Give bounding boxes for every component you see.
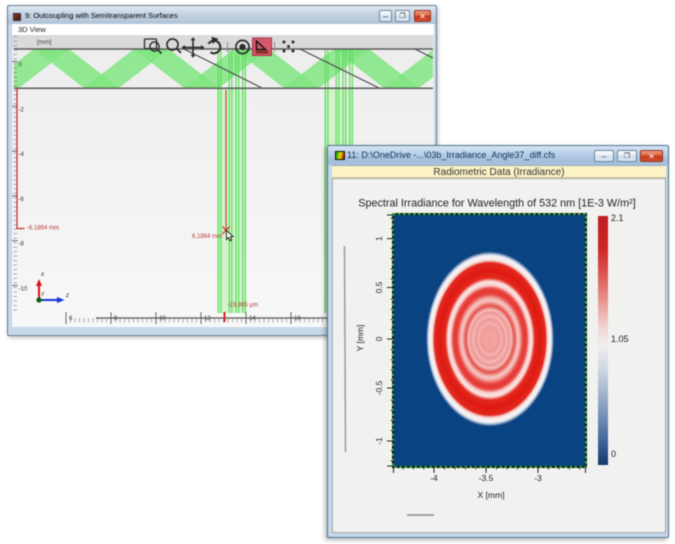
svg-text:-3: -3: [534, 473, 542, 483]
svg-text:0: 0: [611, 449, 616, 459]
svg-text:Spectral Irradiance for Wavele: Spectral Irradiance for Wavelength of 53…: [358, 198, 635, 210]
svg-text:-8: -8: [19, 242, 25, 248]
svg-text:-4: -4: [19, 152, 25, 158]
svg-text:[mm]: [mm]: [37, 39, 52, 46]
svg-text:-6: -6: [19, 197, 25, 203]
svg-text:-0.5: -0.5: [374, 380, 384, 395]
svg-text:-10: -10: [19, 287, 28, 293]
svg-text:6: 6: [69, 316, 73, 322]
svg-text:z: z: [65, 293, 69, 299]
svg-text:8: 8: [114, 316, 118, 322]
svg-text:-4: -4: [430, 473, 438, 483]
svg-text:y: y: [41, 291, 46, 297]
svg-text:2.1: 2.1: [611, 213, 624, 223]
svg-text:-1: -1: [374, 437, 384, 445]
svg-text:-2: -2: [19, 107, 25, 113]
svg-text:x: x: [40, 272, 45, 278]
svg-text:Y [mm]: Y [mm]: [355, 325, 365, 352]
svg-text:0.5: 0.5: [374, 281, 384, 293]
svg-text:1.05: 1.05: [611, 334, 629, 344]
svg-text:0: 0: [374, 336, 384, 341]
svg-text:-23.805 µm: -23.805 µm: [228, 303, 258, 309]
svg-text:-6.1894 mm: -6.1894 mm: [27, 226, 59, 232]
svg-text:1: 1: [374, 236, 384, 241]
svg-text:-3.5: -3.5: [479, 473, 494, 483]
svg-text:X [mm]: X [mm]: [478, 490, 505, 500]
svg-text:6,1894 mm: 6,1894 mm: [192, 234, 222, 240]
